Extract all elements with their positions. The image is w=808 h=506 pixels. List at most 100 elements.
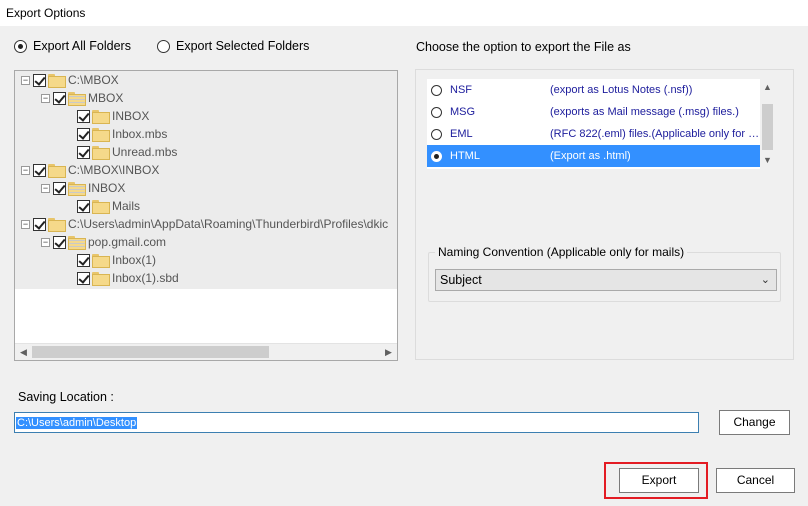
tree-row-label: Inbox(1).sbd: [112, 271, 179, 285]
collapse-icon[interactable]: −: [41, 93, 50, 103]
radio-icon: [14, 39, 27, 53]
format-code: MSG: [450, 106, 476, 118]
checkbox-checked-icon[interactable]: [77, 109, 90, 123]
folder-icon: [92, 110, 110, 124]
tree-row-label: C:\MBOX: [68, 73, 119, 87]
export-format-panel: NSF (export as Lotus Notes (.nsf)) MSG (…: [415, 69, 794, 360]
dialog-body: Export All Folders Export Selected Folde…: [0, 26, 808, 506]
tree-row-label: MBOX: [88, 91, 124, 105]
cancel-button[interactable]: Cancel: [716, 468, 795, 493]
tree-row[interactable]: − C:\Users\admin\AppData\Roaming\Thunder…: [21, 215, 388, 233]
scrollbar-thumb[interactable]: [762, 104, 773, 150]
saving-location-value: C:\Users\admin\Desktop: [16, 417, 138, 429]
export-format-heading: Choose the option to export the File as: [416, 40, 631, 54]
chevron-down-icon: ⌄: [760, 274, 770, 286]
tree-row[interactable]: − pop.gmail.com: [41, 233, 166, 251]
format-list-vertical-scrollbar[interactable]: ▲ ▼: [760, 79, 775, 169]
tree-row[interactable]: INBOX: [77, 107, 149, 125]
format-description: (exports as Mail message (.msg) files.): [550, 106, 739, 118]
window-title: Export Options: [6, 6, 86, 20]
format-description: (Export as .html): [550, 150, 631, 162]
collapse-icon[interactable]: −: [21, 75, 30, 85]
checkbox-checked-icon[interactable]: [77, 253, 90, 267]
radio-icon: [431, 128, 442, 140]
tree-horizontal-scrollbar[interactable]: ◀ ▶: [15, 343, 397, 360]
folder-icon: [92, 272, 110, 286]
collapse-icon[interactable]: −: [41, 237, 50, 247]
format-code: EML: [450, 128, 473, 140]
scrollbar-thumb[interactable]: [32, 346, 269, 358]
tree-row[interactable]: Unread.mbs: [77, 143, 177, 161]
export-selected-folders-radio[interactable]: Export Selected Folders: [157, 39, 309, 53]
export-format-list[interactable]: NSF (export as Lotus Notes (.nsf)) MSG (…: [427, 79, 775, 169]
tree-row-label: Inbox.mbs: [112, 127, 168, 141]
checkbox-checked-icon[interactable]: [53, 181, 66, 195]
folder-icon: [92, 146, 110, 160]
tree-row[interactable]: Inbox(1).sbd: [77, 269, 179, 287]
folder-icon: [92, 128, 110, 142]
format-description: (RFC 822(.eml) files.(Applicable only fo…: [550, 128, 760, 140]
format-description: (export as Lotus Notes (.nsf)): [550, 84, 693, 96]
format-code: HTML: [450, 150, 480, 162]
checkbox-checked-icon[interactable]: [53, 235, 66, 249]
tree-row[interactable]: − MBOX: [41, 89, 123, 107]
tree-row-label: INBOX: [112, 109, 150, 123]
mailbox-folder-icon: [68, 236, 86, 250]
checkbox-checked-icon[interactable]: [77, 271, 90, 285]
tree-row-label: Unread.mbs: [112, 145, 178, 159]
scroll-up-icon[interactable]: ▲: [760, 79, 775, 96]
checkbox-checked-icon[interactable]: [77, 127, 90, 141]
export-all-folders-radio[interactable]: Export All Folders: [14, 39, 131, 53]
format-option-msg[interactable]: MSG (exports as Mail message (.msg) file…: [427, 101, 760, 123]
checkbox-checked-icon[interactable]: [53, 91, 66, 105]
export-button[interactable]: Export: [619, 468, 699, 493]
tree-row[interactable]: Inbox(1): [77, 251, 156, 269]
folder-icon: [48, 218, 66, 232]
tree-row-label: INBOX: [88, 181, 126, 195]
tree-row[interactable]: − INBOX: [41, 179, 125, 197]
change-button[interactable]: Change: [719, 410, 790, 435]
naming-convention-label: Naming Convention (Applicable only for m…: [435, 245, 688, 259]
title-bar: Export Options: [0, 0, 808, 26]
scroll-right-icon[interactable]: ▶: [380, 344, 397, 360]
radio-icon: [157, 39, 170, 53]
collapse-icon[interactable]: −: [41, 183, 50, 193]
mailbox-folder-icon: [68, 92, 86, 106]
folder-icon: [92, 200, 110, 214]
collapse-icon[interactable]: −: [21, 165, 30, 175]
tree-row-label: pop.gmail.com: [88, 235, 167, 249]
export-selected-folders-label: Export Selected Folders: [176, 39, 310, 53]
scroll-left-icon[interactable]: ◀: [15, 344, 32, 360]
naming-convention-select[interactable]: Subject ⌄: [435, 269, 777, 291]
saving-location-input[interactable]: C:\Users\admin\Desktop: [14, 412, 699, 433]
radio-icon: [431, 84, 442, 96]
saving-location-label: Saving Location :: [18, 390, 114, 404]
tree-row-label: C:\MBOX\INBOX: [68, 163, 160, 177]
tree-row[interactable]: Inbox.mbs: [77, 125, 167, 143]
scroll-down-icon[interactable]: ▼: [760, 152, 775, 169]
mailbox-folder-icon: [68, 182, 86, 196]
checkbox-checked-icon[interactable]: [77, 199, 90, 213]
format-option-html[interactable]: HTML (Export as .html): [427, 145, 760, 167]
tree-row[interactable]: − C:\MBOX\INBOX: [21, 161, 159, 179]
checkbox-checked-icon[interactable]: [33, 217, 46, 231]
radio-selected-icon: [431, 150, 442, 162]
naming-convention-value: Subject: [440, 273, 482, 287]
format-option-nsf[interactable]: NSF (export as Lotus Notes (.nsf)): [427, 79, 760, 101]
collapse-icon[interactable]: −: [21, 219, 30, 229]
tree-row[interactable]: − C:\MBOX: [21, 71, 119, 89]
format-option-eml[interactable]: EML (RFC 822(.eml) files.(Applicable onl…: [427, 123, 760, 145]
format-code: NSF: [450, 84, 472, 96]
export-all-folders-label: Export All Folders: [33, 39, 131, 53]
radio-icon: [431, 106, 442, 118]
tree-row[interactable]: Mails: [77, 197, 140, 215]
folder-tree-viewport: − C:\MBOX − MBOX INBOX Inbox.mbs Unread.…: [15, 71, 397, 345]
folder-icon: [48, 164, 66, 178]
folder-icon: [92, 254, 110, 268]
folder-icon: [48, 74, 66, 88]
checkbox-checked-icon[interactable]: [33, 73, 46, 87]
naming-convention-group: Naming Convention (Applicable only for m…: [428, 245, 781, 302]
folder-tree[interactable]: − C:\MBOX − MBOX INBOX Inbox.mbs Unread.…: [14, 70, 398, 361]
checkbox-checked-icon[interactable]: [77, 145, 90, 159]
checkbox-checked-icon[interactable]: [33, 163, 46, 177]
